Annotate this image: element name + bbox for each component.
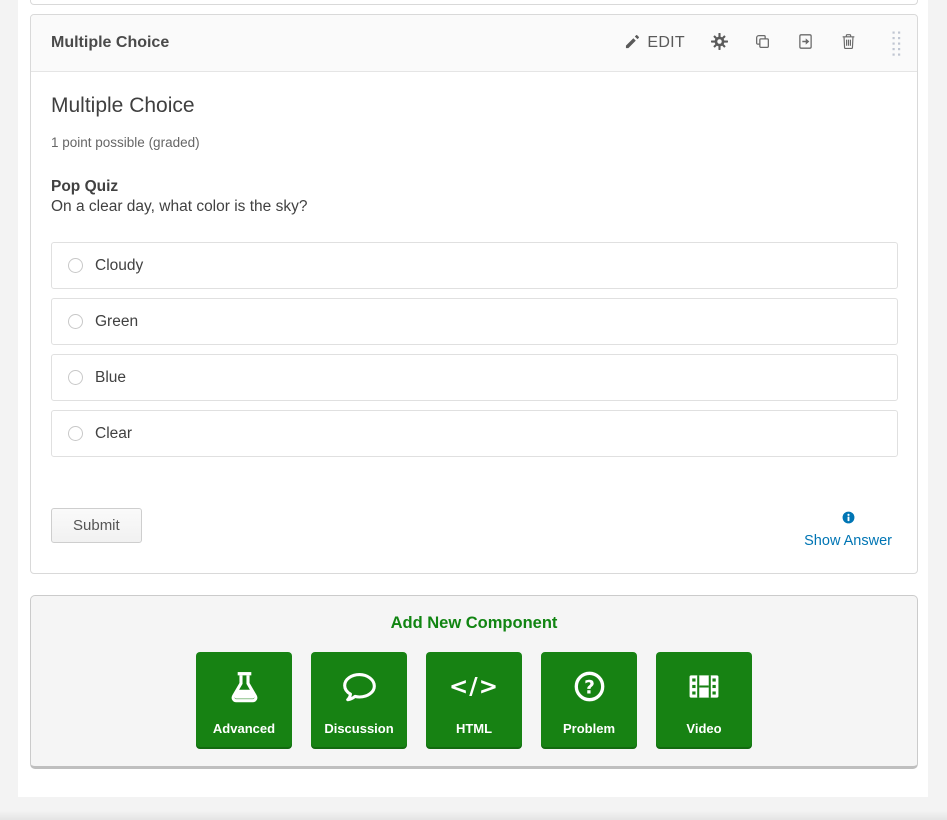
choice-list: Cloudy Green Blue Clear bbox=[51, 242, 898, 457]
delete-button[interactable] bbox=[840, 33, 857, 53]
component-header: Multiple Choice EDIT bbox=[31, 15, 917, 72]
component-button-label: Discussion bbox=[324, 721, 393, 749]
unit-content-area: Multiple Choice EDIT bbox=[18, 0, 928, 797]
duplicate-icon bbox=[754, 33, 771, 53]
page-bottom-edge bbox=[0, 797, 947, 820]
show-answer-link[interactable]: Show Answer bbox=[804, 511, 892, 549]
question-text: On a clear day, what color is the sky? bbox=[51, 198, 898, 216]
add-component-title: Add New Component bbox=[31, 614, 917, 633]
settings-button[interactable] bbox=[711, 33, 728, 53]
speech-bubble-icon bbox=[311, 652, 407, 721]
radio-button[interactable] bbox=[68, 258, 83, 273]
choice-option-cloudy[interactable]: Cloudy bbox=[51, 242, 898, 289]
show-answer-label: Show Answer bbox=[804, 533, 892, 549]
component-title: Multiple Choice bbox=[51, 34, 169, 52]
multiple-choice-component: Multiple Choice EDIT bbox=[30, 14, 918, 574]
component-button-label: Problem bbox=[563, 721, 615, 749]
component-type-buttons: Advanced Discussion </> HTML bbox=[31, 652, 917, 749]
drag-handle[interactable] bbox=[892, 31, 901, 56]
component-button-label: Advanced bbox=[213, 721, 275, 749]
code-icon: </> bbox=[426, 652, 522, 721]
gear-icon bbox=[711, 33, 728, 53]
question-circle-icon: ? bbox=[541, 652, 637, 721]
question-heading: Pop Quiz bbox=[51, 178, 898, 195]
trash-icon bbox=[840, 33, 857, 53]
choice-option-clear[interactable]: Clear bbox=[51, 410, 898, 457]
move-icon bbox=[797, 33, 814, 53]
radio-button[interactable] bbox=[68, 370, 83, 385]
pencil-icon bbox=[625, 34, 640, 52]
add-html-button[interactable]: </> HTML bbox=[426, 652, 522, 749]
problem-body: Multiple Choice 1 point possible (graded… bbox=[31, 72, 917, 573]
flask-icon bbox=[196, 652, 292, 721]
film-icon bbox=[656, 652, 752, 721]
component-button-label: Video bbox=[686, 721, 721, 749]
edit-button[interactable]: EDIT bbox=[625, 34, 685, 52]
component-button-label: HTML bbox=[456, 721, 492, 749]
choice-option-blue[interactable]: Blue bbox=[51, 354, 898, 401]
svg-text:?: ? bbox=[584, 677, 595, 698]
add-problem-button[interactable]: ? Problem bbox=[541, 652, 637, 749]
duplicate-button[interactable] bbox=[754, 33, 771, 53]
radio-button[interactable] bbox=[68, 314, 83, 329]
choice-label: Clear bbox=[95, 425, 132, 443]
previous-component-edge bbox=[30, 0, 918, 5]
add-video-button[interactable]: Video bbox=[656, 652, 752, 749]
choice-label: Cloudy bbox=[95, 257, 143, 275]
component-actions: EDIT bbox=[625, 31, 901, 56]
problem-title: Multiple Choice bbox=[51, 94, 898, 118]
add-new-component-panel: Add New Component Advanced bbox=[30, 595, 918, 769]
info-icon bbox=[842, 511, 855, 529]
points-possible: 1 point possible (graded) bbox=[51, 135, 898, 150]
edit-button-label: EDIT bbox=[647, 34, 685, 52]
problem-action-row: Submit Show Answer bbox=[51, 508, 898, 543]
move-button[interactable] bbox=[797, 33, 814, 53]
radio-button[interactable] bbox=[68, 426, 83, 441]
add-discussion-button[interactable]: Discussion bbox=[311, 652, 407, 749]
add-advanced-button[interactable]: Advanced bbox=[196, 652, 292, 749]
choice-label: Green bbox=[95, 313, 138, 331]
choice-label: Blue bbox=[95, 369, 126, 387]
submit-button[interactable]: Submit bbox=[51, 508, 142, 543]
choice-option-green[interactable]: Green bbox=[51, 298, 898, 345]
